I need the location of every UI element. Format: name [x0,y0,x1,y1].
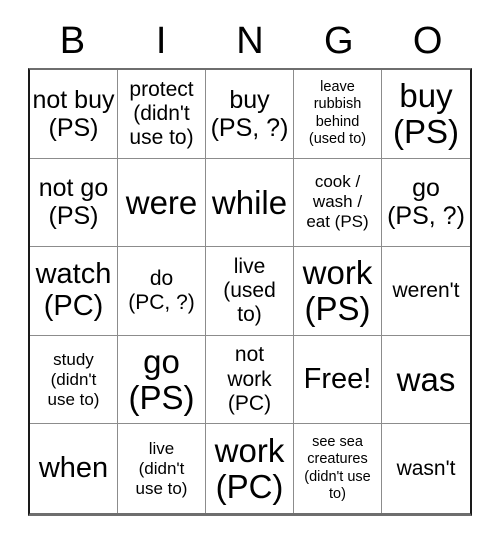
bingo-cell-label: live (didn't use to) [135,438,188,498]
bingo-cell-o4[interactable]: was [382,335,470,425]
bingo-cell-g2[interactable]: cook / wash / eat (PS) [294,158,382,248]
bingo-grid: not buy (PS) protect (didn't use to) buy… [28,68,472,516]
bingo-cell-i4[interactable]: go (PS) [118,335,206,425]
bingo-cell-label: work (PS) [302,254,373,327]
bingo-cell-i2[interactable]: were [118,158,206,248]
bingo-cell-b1[interactable]: not buy (PS) [30,70,118,159]
bingo-cell-i1[interactable]: protect (didn't use to) [118,70,206,159]
bingo-cell-o2[interactable]: go (PS, ?) [382,158,470,248]
bingo-cell-o5[interactable]: wasn't [382,424,470,513]
bingo-cell-label: while [211,183,288,221]
bingo-cell-label: protect (didn't use to) [129,77,194,149]
bingo-cell-label: weren't [392,278,460,302]
bingo-cell-label: go (PS) [128,342,195,416]
bingo-header-row: B I N G O [28,14,472,68]
bingo-cell-label: live (used to) [223,254,276,327]
bingo-cell-label: work (PC) [214,432,285,505]
bingo-cell-b2[interactable]: not go (PS) [30,158,118,248]
bingo-cell-o3[interactable]: weren't [382,247,470,336]
bingo-cell-label: not buy (PS) [32,85,115,142]
bingo-cell-label: leave rubbish behind (used to) [308,79,367,148]
bingo-cell-n2[interactable]: while [206,158,294,248]
bingo-cell-label: see sea creatures (didn't use to) [304,433,371,503]
bingo-cell-n3[interactable]: live (used to) [206,247,294,336]
bingo-cell-label: buy (PS, ?) [210,85,289,142]
bingo-card: B I N G O not buy (PS) protect (didn't u… [28,14,472,516]
bingo-cell-label: was [396,360,456,398]
bingo-cell-label: watch (PC) [35,258,112,322]
header-letter-b: B [59,20,86,62]
bingo-cell-b4[interactable]: study (didn't use to) [30,335,118,425]
bingo-cell-label: not work (PC) [227,343,272,415]
header-letter-g: G [324,20,354,62]
bingo-cell-free-space[interactable]: Free! [294,335,382,425]
bingo-cell-label: not go (PS) [38,174,109,231]
bingo-cell-label: study (didn't use to) [47,349,100,409]
free-space-label: Free! [303,362,372,395]
bingo-cell-g1[interactable]: leave rubbish behind (used to) [294,70,382,159]
bingo-cell-g5[interactable]: see sea creatures (didn't use to) [294,424,382,513]
bingo-cell-label: wasn't [396,456,456,480]
bingo-cell-label: were [125,183,198,221]
bingo-cell-n1[interactable]: buy (PS, ?) [206,70,294,159]
bingo-cell-n4[interactable]: not work (PC) [206,335,294,425]
bingo-cell-label: go (PS, ?) [387,174,465,231]
header-letter-n: N [236,20,264,62]
bingo-cell-label: when [38,451,109,484]
bingo-cell-label: do (PC, ?) [128,266,195,314]
bingo-cell-b5[interactable]: when [30,424,118,513]
header-letter-i: I [155,20,167,62]
bingo-cell-b3[interactable]: watch (PC) [30,247,118,336]
bingo-cell-o1[interactable]: buy (PS) [382,70,470,159]
bingo-cell-n5[interactable]: work (PC) [206,424,294,513]
header-letter-o: O [412,20,443,62]
bingo-cell-g3[interactable]: work (PS) [294,247,382,336]
bingo-cell-i5[interactable]: live (didn't use to) [118,424,206,513]
bingo-cell-i3[interactable]: do (PC, ?) [118,247,206,336]
bingo-cell-label: buy (PS) [393,77,459,150]
bingo-cell-label: cook / wash / eat (PS) [306,172,369,232]
